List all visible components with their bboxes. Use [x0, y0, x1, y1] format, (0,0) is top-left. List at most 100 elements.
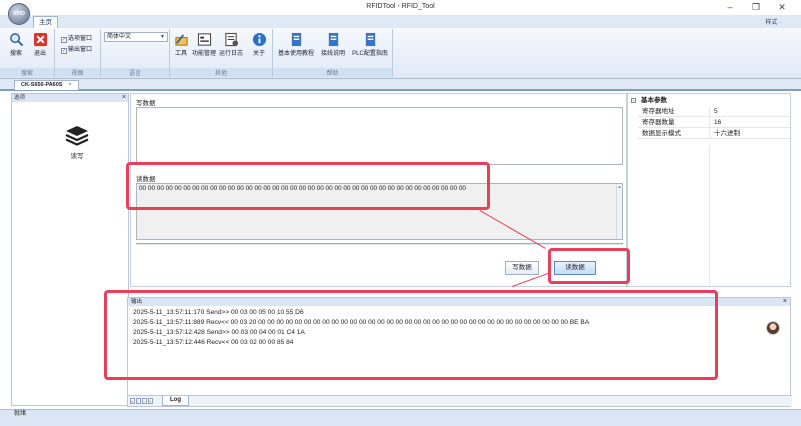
property-grid: − 基本参数 寄存器地址 5 寄存器数量 16 数据显示模式 十六进制: [627, 93, 792, 288]
avatar[interactable]: [766, 321, 780, 335]
output-panel-header: 输出 ×: [128, 298, 790, 306]
read-data-value: 00 00 00 00 00 00 00 00 00 00 00 00 00 0…: [139, 185, 466, 192]
log-line: 2025-5-11_13:57:12:446 Recv<< 00 03 02 0…: [133, 339, 294, 346]
group-label-search: 搜索: [0, 68, 54, 77]
first-icon[interactable]: «: [130, 398, 135, 404]
property-value[interactable]: 16: [709, 118, 721, 128]
minimize-button[interactable]: –: [720, 1, 740, 13]
tools-button-label: 工具: [174, 51, 187, 57]
output-window-checkbox[interactable]: ✓ 输出窗口: [61, 44, 92, 54]
ribbon-tab-row: 主页 样式 ·: [0, 15, 801, 28]
ribbon-group-other: 工具 功能管理 运行日志 关于 其他: [170, 29, 273, 77]
check-icon: ✓: [61, 48, 67, 54]
basic-tutorial-label: 基本使用教程: [277, 51, 314, 57]
interface-doc-label: 接线说明: [320, 51, 345, 57]
property-section-header[interactable]: − 基本参数: [628, 96, 792, 105]
options-panel-title: 选项: [14, 95, 26, 101]
output-window-label: 输出窗口: [68, 47, 93, 53]
search-button[interactable]: 搜索: [6, 32, 26, 57]
function-icon: [197, 33, 211, 46]
group-label-other: 其他: [170, 68, 272, 77]
last-icon[interactable]: »: [148, 398, 153, 404]
function-mgmt-label: 功能管理: [191, 51, 216, 57]
about-button[interactable]: 关于: [250, 32, 268, 57]
prev-icon[interactable]: ‹: [136, 398, 141, 404]
write-data-textarea[interactable]: [136, 107, 623, 165]
close-icon[interactable]: ×: [122, 94, 126, 102]
property-value[interactable]: 5: [709, 107, 718, 117]
run-log-label: 运行日志: [218, 51, 243, 57]
interface-doc-button[interactable]: 接线说明: [319, 32, 347, 57]
log-textarea[interactable]: 2025-5-11_13:57:11:170 Send>> 00 03 00 0…: [130, 307, 730, 393]
property-row[interactable]: 寄存器地址 5: [638, 107, 792, 117]
write-data-button[interactable]: 写数据: [505, 261, 539, 275]
style-menu[interactable]: 样式 ·: [765, 17, 781, 26]
property-row[interactable]: 数据显示模式 十六进制: [638, 129, 792, 139]
app-logo-icon[interactable]: RFID: [8, 3, 30, 25]
language-value: 简体中文: [107, 34, 132, 40]
search-icon: [9, 33, 23, 47]
option-window-checkbox[interactable]: ✓ 选项窗口: [61, 33, 92, 43]
scrollbar[interactable]: ▲: [616, 184, 622, 239]
run-log-button[interactable]: 运行日志: [218, 32, 244, 57]
divider: [136, 243, 623, 245]
tab-log[interactable]: Log: [162, 396, 189, 406]
group-label-language: 语言: [101, 68, 169, 77]
close-button[interactable]: ✕: [772, 1, 792, 13]
read-data-textarea[interactable]: 00 00 00 00 00 00 00 00 00 00 00 00 00 0…: [136, 183, 623, 240]
tab-nav-arrows[interactable]: «‹ ›»: [130, 398, 154, 404]
close-icon[interactable]: ×: [783, 298, 787, 306]
property-value[interactable]: 十六进制: [709, 129, 740, 139]
property-section-title: 基本参数: [641, 97, 667, 104]
read-data-button[interactable]: 读数据: [554, 261, 596, 275]
ribbon: 搜索 退出 搜索 ✓ 选项窗口 ✓ 输出窗口 视图 简体中文 ▼ 语言 工具 功能管理…: [0, 28, 801, 79]
title-bar: RFID RFIDTool - RFID_Tool – ❐ ✕: [0, 0, 801, 25]
ribbon-group-language: 简体中文 ▼ 语言: [101, 29, 170, 77]
restore-button[interactable]: ❐: [746, 1, 766, 13]
close-icon[interactable]: ×: [68, 82, 71, 88]
ribbon-group-view: ✓ 选项窗口 ✓ 输出窗口 视图: [55, 29, 101, 77]
doc-tab-label: CK-S650-PA60S: [21, 82, 63, 88]
plc-guide-label: PLC配置指南: [352, 51, 388, 57]
tools-button[interactable]: 工具: [172, 32, 190, 57]
log-line: 2025-5-11_13:57:11:170 Send>> 00 03 00 0…: [133, 309, 304, 316]
divider: [709, 146, 710, 288]
tab-home[interactable]: 主页: [33, 16, 58, 28]
options-panel: 选项 × 读写: [11, 93, 129, 406]
language-select[interactable]: 简体中文 ▼: [104, 32, 168, 42]
status-bar: 就绪: [0, 409, 801, 426]
output-panel-title: 输出: [131, 299, 143, 305]
property-key: 寄存器数量: [642, 119, 675, 126]
property-row[interactable]: 寄存器数量 16: [638, 118, 792, 128]
read-write-item[interactable]: 读写: [62, 124, 92, 160]
options-panel-header: 选项 ×: [12, 94, 128, 102]
property-key: 数据显示模式: [642, 130, 681, 137]
function-mgmt-button[interactable]: 功能管理: [191, 32, 217, 57]
ribbon-group-help: 基本使用教程 接线说明 PLC配置指南 帮助: [273, 29, 393, 77]
basic-tutorial-button[interactable]: 基本使用教程: [276, 32, 316, 57]
exit-icon: [33, 32, 47, 47]
check-icon: ✓: [61, 37, 67, 43]
doc-icon: [365, 32, 375, 47]
read-write-panel: 写数据 读数据 00 00 00 00 00 00 00 00 00 00 00…: [130, 93, 627, 287]
option-window-label: 选项窗口: [68, 36, 93, 42]
exit-button-label: 退出: [33, 51, 46, 57]
plc-guide-button[interactable]: PLC配置指南: [349, 32, 391, 57]
about-label: 关于: [252, 51, 265, 57]
chevron-down-icon: ▼: [160, 34, 165, 40]
search-button-label: 搜索: [9, 51, 22, 57]
doc-icon: [328, 32, 338, 47]
read-data-label: 读数据: [136, 176, 156, 183]
tools-icon: [174, 34, 188, 46]
read-write-label: 读写: [70, 153, 84, 160]
layers-icon: [65, 126, 89, 146]
doc-tab-device[interactable]: CK-S650-PA60S ×: [14, 80, 79, 90]
log-line: 2025-5-11_13:57:11:889 Recv<< 00 03 20 0…: [133, 319, 590, 326]
exit-button[interactable]: 退出: [30, 32, 50, 57]
collapse-icon[interactable]: −: [631, 98, 636, 103]
next-icon[interactable]: ›: [142, 398, 147, 404]
document-tab-strip: CK-S650-PA60S ×: [0, 79, 801, 91]
ribbon-group-search: 搜索 退出 搜索: [0, 29, 55, 77]
window-title: RFIDTool - RFID_Tool: [366, 3, 435, 10]
output-panel: 输出 × 2025-5-11_13:57:11:170 Send>> 00 03 …: [127, 297, 792, 407]
